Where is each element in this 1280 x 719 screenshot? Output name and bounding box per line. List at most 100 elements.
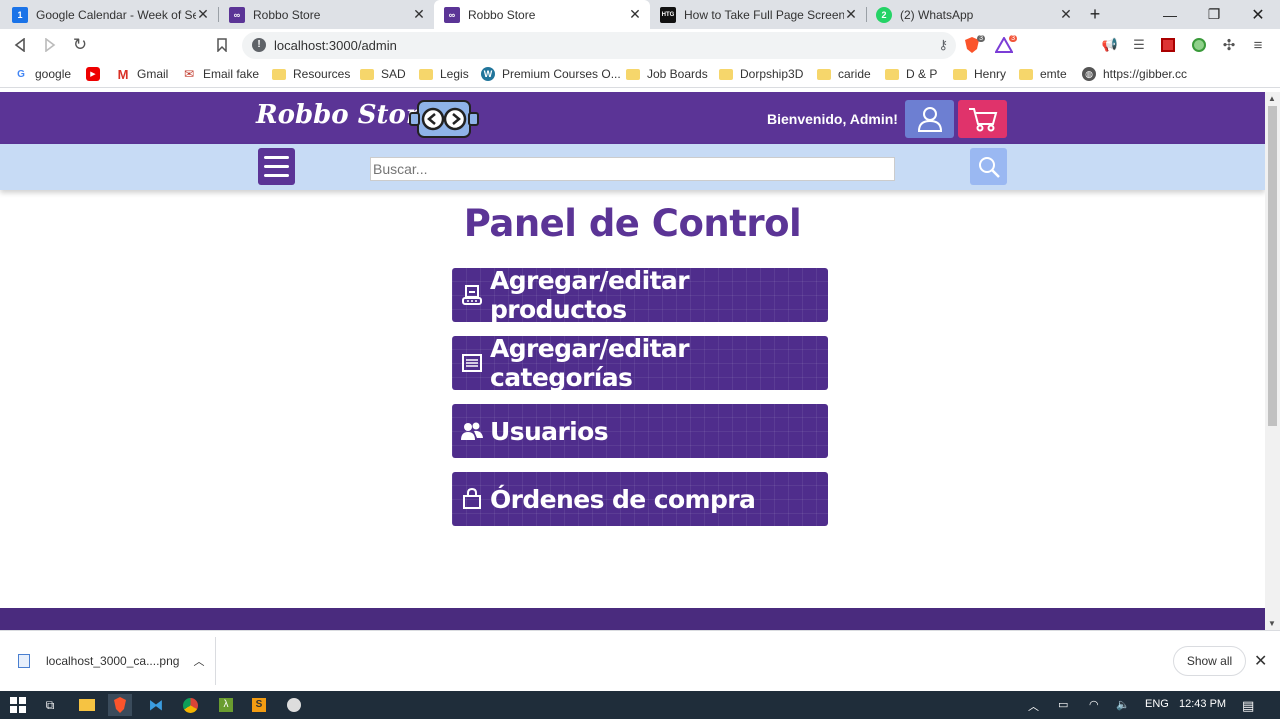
folder-icon — [419, 68, 433, 80]
page-scrollbar[interactable]: ▲ ▼ — [1265, 92, 1280, 630]
battery-icon[interactable]: ▭ — [1058, 698, 1068, 711]
browser-toolbar: ↻ ! localhost:3000/admin ⚷ 3 3 📢 ☰ ✣ ≡ — [0, 29, 1280, 61]
user-icon — [917, 107, 942, 132]
browser-tab-active[interactable]: ∞ Robbo Store ✕ — [434, 0, 650, 29]
wifi-icon[interactable]: ◠ — [1089, 698, 1099, 711]
close-tab-icon[interactable]: ✕ — [844, 6, 858, 23]
bookmark-folder[interactable]: emte — [1019, 67, 1067, 81]
restore-icon[interactable]: ❐ — [1192, 0, 1236, 29]
tab-title: (2) WhatsApp — [900, 7, 974, 22]
bookmark-label: Resources — [293, 67, 351, 81]
user-account-button[interactable] — [905, 100, 954, 138]
gmail-icon: M — [117, 66, 129, 82]
tab-title: Robbo Store — [253, 7, 321, 22]
menu-icon[interactable]: ≡ — [1248, 35, 1268, 55]
file-explorer-icon[interactable] — [75, 694, 99, 716]
volume-icon[interactable]: 🔈 — [1116, 698, 1130, 711]
scrollbar-thumb[interactable] — [1268, 106, 1277, 426]
hamburger-menu-button[interactable] — [258, 148, 295, 185]
bookmark-folder[interactable]: Job Boards — [626, 67, 708, 81]
brave-rewards-icon[interactable]: 3 — [994, 35, 1017, 55]
bookmark-label: Gmail — [137, 67, 169, 81]
chrome-icon[interactable] — [178, 694, 202, 716]
clock[interactable]: 12:43 PM — [1179, 698, 1226, 710]
scroll-up-icon[interactable]: ▲ — [1268, 94, 1276, 103]
purchase-orders-button[interactable]: Órdenes de compra — [452, 472, 828, 526]
bookmark-icon[interactable] — [210, 33, 234, 57]
bookmark-label: https://gibber.cc — [1103, 67, 1188, 81]
notifications-icon[interactable]: ▤ — [1242, 698, 1254, 714]
bookmark-email-fake[interactable]: ✉ Email fake — [182, 67, 259, 81]
key-icon[interactable]: ⚷ — [938, 37, 948, 53]
bookmark-gibber[interactable]: ◍ https://gibber.cc — [1082, 67, 1187, 81]
browser-tab[interactable]: ∞ Robbo Store ✕ — [219, 0, 434, 29]
brave-browser-icon[interactable] — [108, 694, 132, 716]
manage-products-button[interactable]: Agregar/editar productos — [452, 268, 828, 322]
users-button[interactable]: Usuarios — [452, 404, 828, 458]
browser-tab[interactable]: 2 (2) WhatsApp ✕ — [866, 0, 1081, 29]
close-tab-icon[interactable]: ✕ — [196, 6, 210, 23]
scroll-down-icon[interactable]: ▼ — [1268, 619, 1276, 628]
bookmark-label: caride — [838, 67, 871, 81]
browser-tab-strip: 1 Google Calendar - Week of Sept ✕ ∞ Rob… — [0, 0, 1280, 29]
bookmark-label: D & P — [906, 67, 938, 81]
sublime-icon[interactable]: S — [247, 694, 271, 716]
windows-taskbar: ⧉ ⧓ λ S ︿ ▭ ◠ 🔈 ENG 12:43 PM ▤ — [0, 691, 1280, 719]
minimize-icon[interactable]: — — [1148, 0, 1192, 29]
browser-tab[interactable]: 1 Google Calendar - Week of Sept ✕ — [2, 0, 218, 29]
show-all-button[interactable]: Show all — [1173, 646, 1246, 676]
bookmark-folder[interactable]: D & P — [885, 67, 937, 81]
close-shelf-icon[interactable]: ✕ — [1254, 651, 1267, 671]
close-tab-icon[interactable]: ✕ — [628, 6, 642, 23]
manage-categories-button[interactable]: Agregar/editar categorías — [452, 336, 828, 390]
site-info-icon[interactable]: ! — [252, 38, 266, 52]
folder-icon — [360, 68, 374, 80]
task-view-icon[interactable]: ⧉ — [38, 694, 62, 716]
brave-shields-icon[interactable]: 3 — [962, 35, 985, 55]
search-button[interactable] — [970, 148, 1007, 185]
reading-list-icon[interactable]: ☰ — [1129, 35, 1149, 55]
extension-icon[interactable] — [1189, 35, 1209, 55]
bookmark-folder[interactable]: SAD — [360, 67, 406, 81]
new-tab-icon[interactable]: + — [1078, 0, 1112, 29]
close-tab-icon[interactable]: ✕ — [1059, 6, 1073, 23]
bookmark-folder[interactable]: Henry — [953, 67, 1006, 81]
puzzle-icon[interactable]: ✣ — [1219, 35, 1239, 55]
browser-tab[interactable]: HTG How to Take Full Page Screensho ✕ — [650, 0, 866, 29]
globe-icon: ◍ — [1082, 67, 1096, 81]
download-item[interactable]: localhost_3000_ca....png ︿ — [18, 653, 204, 669]
close-window-icon[interactable]: ✕ — [1236, 0, 1280, 29]
bookmark-folder[interactable]: Dorpship3D — [719, 67, 803, 81]
back-icon[interactable] — [8, 33, 32, 57]
cart-button[interactable] — [958, 100, 1007, 138]
bookmark-premium-courses[interactable]: W Premium Courses O... — [481, 67, 621, 81]
tray-chevron-icon[interactable]: ︿ — [1028, 698, 1039, 714]
vscode-icon[interactable]: ⧓ — [144, 694, 168, 716]
bookmark-folder[interactable]: caride — [817, 67, 871, 81]
app-icon[interactable]: λ — [214, 694, 238, 716]
url-text: localhost:3000/admin — [274, 38, 397, 53]
search-input[interactable] — [370, 157, 895, 181]
bookmark-label: Job Boards — [647, 67, 708, 81]
bookmark-folder[interactable]: Legis — [419, 67, 469, 81]
windows-start-icon[interactable] — [6, 694, 30, 716]
bag-icon — [460, 487, 484, 511]
list-icon — [460, 351, 484, 375]
reload-icon[interactable]: ↻ — [68, 33, 92, 57]
language-indicator[interactable]: ENG — [1145, 698, 1169, 710]
bookmark-label: Email fake — [203, 67, 260, 81]
bookmark-google[interactable]: Ggoogle — [14, 67, 71, 81]
close-tab-icon[interactable]: ✕ — [412, 6, 426, 23]
bookmark-label: Premium Courses O... — [502, 67, 621, 81]
button-label: Órdenes de compra — [490, 484, 756, 514]
screenshot-extension-icon[interactable] — [1158, 35, 1178, 55]
bookmark-youtube[interactable]: ▶ — [86, 67, 107, 81]
bookmark-folder[interactable]: Resources — [272, 67, 350, 81]
forward-icon[interactable] — [38, 33, 62, 57]
megaphone-icon[interactable]: 📢 — [1100, 35, 1120, 55]
paint-icon[interactable] — [282, 694, 306, 716]
address-bar[interactable]: ! localhost:3000/admin ⚷ — [242, 32, 956, 59]
bookmark-gmail[interactable]: M Gmail — [116, 66, 169, 82]
folder-icon — [719, 68, 733, 80]
chevron-up-icon[interactable]: ︿ — [193, 653, 204, 669]
